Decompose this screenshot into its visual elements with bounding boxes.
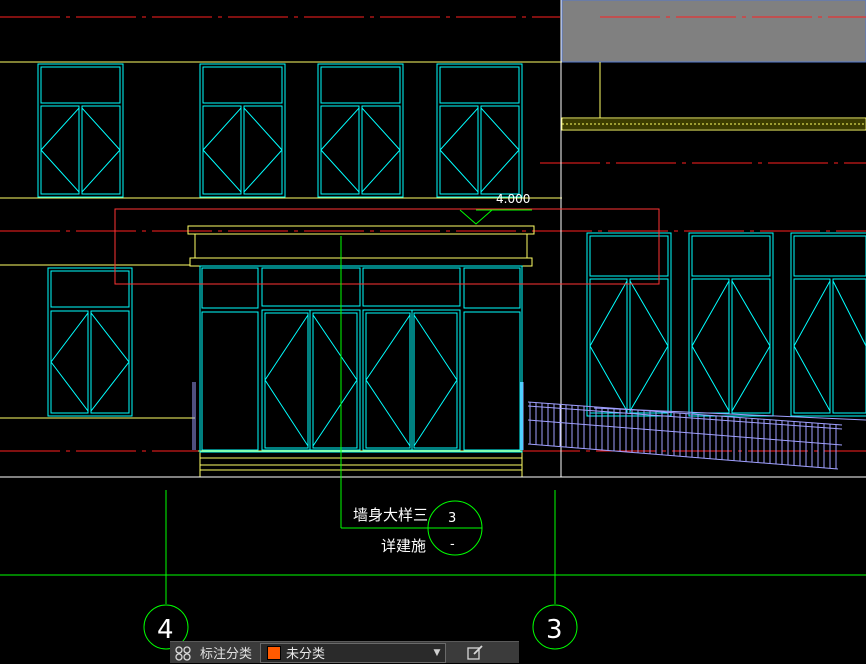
entrance-doors [199, 265, 523, 453]
detail-sheet: - [450, 537, 455, 552]
hatch-strip [561, 117, 866, 131]
grid-lines [0, 490, 866, 650]
right-windows [586, 232, 866, 417]
category-selected-value: 未分类 [286, 647, 326, 662]
group-icon[interactable] [170, 642, 196, 664]
upper-windows [37, 63, 523, 198]
detail-number: 3 [448, 511, 456, 526]
axis-bubble-right: 3 [546, 615, 563, 645]
annotation-toolbar: 标注分类 未分类 ▼ [170, 641, 519, 663]
annotation-category-select[interactable]: 未分类 ▼ [260, 642, 447, 663]
left-window [47, 267, 133, 417]
selection-rectangle [114, 208, 660, 285]
category-color-swatch [267, 645, 282, 660]
cad-drawing-canvas[interactable]: 4.000 墙身大样三 详建施 3 - 4 3 [0, 0, 866, 663]
callout-line2: 详建施 [381, 537, 426, 555]
edit-icon[interactable] [460, 642, 490, 664]
callout-line1: 墙身大样三 [353, 506, 428, 524]
chevron-down-icon[interactable]: ▼ [429, 648, 445, 658]
floor-lines [0, 61, 601, 478]
viewport-block [561, 0, 866, 63]
elevation-text: 4.000 [496, 192, 530, 206]
ground-lines [0, 0, 866, 478]
annotation-category-label: 标注分类 [200, 647, 253, 662]
